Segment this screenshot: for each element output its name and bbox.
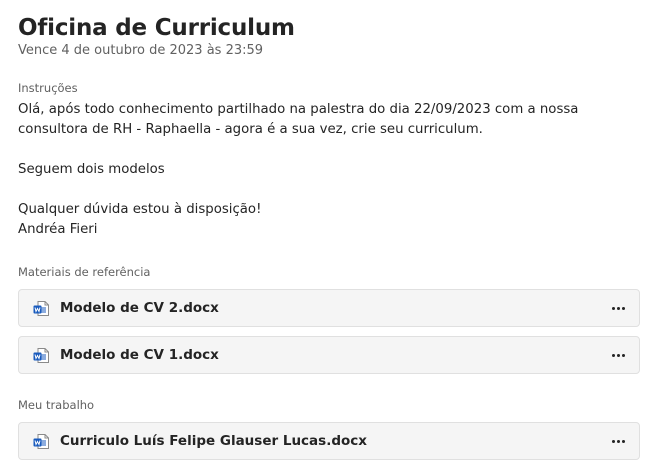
- instructions-paragraph: Olá, após todo conhecimento partilhado n…: [18, 102, 579, 137]
- instructions-text: Olá, após todo conhecimento partilhado n…: [18, 100, 640, 240]
- instructions-label: Instruções: [18, 81, 78, 95]
- more-dot-icon: [621, 353, 625, 357]
- my-work-file-card[interactable]: Curriculo Luís Felipe Glauser Lucas.docx: [18, 422, 640, 460]
- file-name[interactable]: Modelo de CV 2.docx: [60, 300, 219, 316]
- more-options-button[interactable]: [609, 346, 627, 364]
- more-dot-icon: [621, 439, 625, 443]
- file-name[interactable]: Modelo de CV 1.docx: [60, 347, 219, 363]
- assignment-page: Oficina de Curriculum Vence 4 de outubro…: [18, 14, 640, 460]
- word-document-icon: [33, 433, 49, 449]
- more-dot-icon: [611, 353, 615, 357]
- more-dot-icon: [616, 353, 620, 357]
- more-dot-icon: [611, 439, 615, 443]
- more-dot-icon: [611, 306, 615, 310]
- reference-file-card[interactable]: Modelo de CV 2.docx: [18, 289, 640, 327]
- my-work-label: Meu trabalho: [18, 398, 95, 412]
- word-document-icon: [33, 347, 49, 363]
- reference-materials-label: Materiais de referência: [18, 265, 151, 279]
- more-dot-icon: [616, 306, 620, 310]
- more-dot-icon: [616, 439, 620, 443]
- due-date: Vence 4 de outubro de 2023 às 23:59: [18, 43, 264, 58]
- reference-file-card[interactable]: Modelo de CV 1.docx: [18, 336, 640, 374]
- more-dot-icon: [621, 306, 625, 310]
- file-name[interactable]: Curriculo Luís Felipe Glauser Lucas.docx: [60, 433, 367, 449]
- instructions-paragraph: Qualquer dúvida estou à disposição!: [18, 202, 262, 217]
- instructions-signature: Andréa Fieri: [18, 222, 98, 237]
- more-options-button[interactable]: [609, 432, 627, 450]
- more-options-button[interactable]: [609, 299, 627, 317]
- instructions-paragraph: Seguem dois modelos: [18, 162, 165, 177]
- assignment-title: Oficina de Curriculum: [18, 15, 295, 41]
- word-document-icon: [33, 300, 49, 316]
